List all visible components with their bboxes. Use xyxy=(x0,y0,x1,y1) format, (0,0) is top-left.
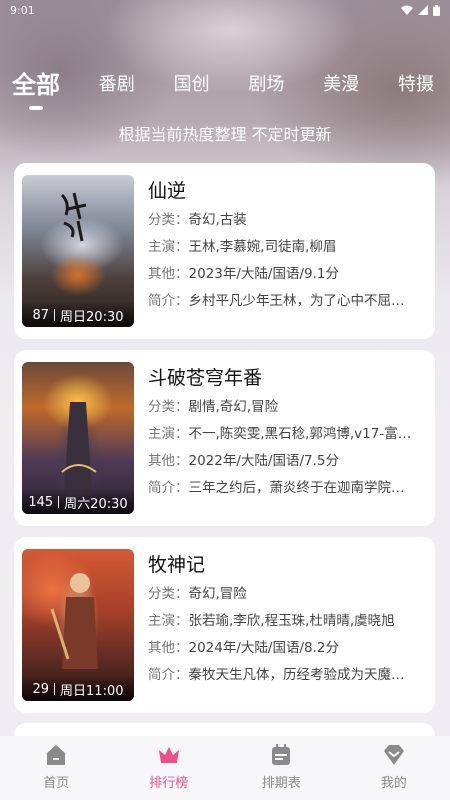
cast-row: 主演：张若瑜,李欣,程玉珠,杜晴晴,虞晓旭 xyxy=(148,609,433,634)
tab-juchang[interactable]: 剧场 xyxy=(248,58,284,96)
nav-schedule[interactable]: 排期表 xyxy=(236,742,326,791)
other-label: 其他： xyxy=(148,266,189,282)
other-row: 其他：2024年/大陆/国语/8.2分 xyxy=(148,636,433,661)
cast-row: 主演：不一,陈奕雯,黑石稔,郭鸿博,v17-富… xyxy=(148,422,433,447)
episode-count: 145 xyxy=(28,494,54,510)
nav-ranking[interactable]: 排行榜 xyxy=(124,742,214,791)
cast-value: 王林,李慕婉,司徒南,柳眉 xyxy=(188,239,337,255)
card-info: 牧神记 分类：奇幻,冒险 主演：张若瑜,李欣,程玉珠,杜晴晴,虞晓旭 其他：20… xyxy=(148,549,433,713)
genre-value: 奇幻,冒险 xyxy=(188,586,247,602)
status-bar: 9:01 xyxy=(0,0,450,20)
intro-value: 秦牧天生凡体，历经考验成为天魔… xyxy=(188,667,405,683)
genre-label: 分类： xyxy=(148,399,189,415)
cast-row: 主演：王林,李慕婉,司徒南,柳眉 xyxy=(148,235,433,260)
tab-label: 国创 xyxy=(173,74,210,95)
tab-label: 美漫 xyxy=(323,74,360,95)
intro-label: 简介： xyxy=(148,293,189,309)
show-title: 仙逆 xyxy=(148,180,187,202)
category-tabs: 全部 番剧 国创 剧场 美漫 特摄 xyxy=(0,58,450,110)
genre-label: 分类： xyxy=(148,212,189,228)
intro-row: 简介：三年之约后，萧炎终于在迦南学院… xyxy=(148,476,433,501)
other-value: 2023年/大陆/国语/9.1分 xyxy=(188,266,339,282)
badge-divider xyxy=(54,309,56,321)
poster-image: 145 周六20:30 xyxy=(22,362,134,514)
bottom-nav: 首页 排行榜 排期表 我的 xyxy=(0,736,450,800)
nav-label: 我的 xyxy=(380,776,407,791)
ranking-card[interactable]: 87 周日20:30 仙逆 分类：奇幻,古装 主演：王林,李慕婉,司徒南,柳眉 … xyxy=(14,163,435,339)
other-label: 其他： xyxy=(148,640,189,656)
other-value: 2024年/大陆/国语/8.2分 xyxy=(188,640,339,656)
status-time: 9:01 xyxy=(10,3,35,17)
genre-value: 奇幻,古装 xyxy=(188,212,247,228)
card-info: 斗破苍穹年番 分类：剧情,奇幻,冒险 主演：不一,陈奕雯,黑石稔,郭鸿博,v17… xyxy=(148,362,433,526)
crown-icon xyxy=(158,747,179,763)
diamond-icon xyxy=(383,745,404,765)
ranking-card[interactable]: 29 周日11:00 牧神记 分类：奇幻,冒险 主演：张若瑜,李欣,程玉珠,杜晴… xyxy=(14,537,435,713)
genre-row: 分类：奇幻,古装 xyxy=(148,208,433,233)
genre-label: 分类： xyxy=(148,586,189,602)
cast-value: 不一,陈奕雯,黑石稔,郭鸿博,v17-富… xyxy=(188,426,412,442)
genre-row: 分类：奇幻,冒险 xyxy=(148,582,433,607)
intro-label: 简介： xyxy=(148,480,189,496)
cast-label: 主演： xyxy=(148,239,189,255)
tab-label: 剧场 xyxy=(248,74,285,95)
cast-value: 张若瑜,李欣,程玉珠,杜晴晴,虞晓旭 xyxy=(188,613,395,629)
intro-value: 三年之约后，萧炎终于在迦南学院… xyxy=(188,480,405,496)
tab-meiman[interactable]: 美漫 xyxy=(323,58,359,96)
genre-row: 分类：剧情,奇幻,冒险 xyxy=(148,395,433,420)
other-label: 其他： xyxy=(148,453,189,469)
signal-icon xyxy=(418,5,428,15)
nav-label: 排行榜 xyxy=(149,776,189,791)
episode-badge: 29 周日11:00 xyxy=(22,675,134,701)
other-row: 其他：2022年/大陆/国语/7.5分 xyxy=(148,449,433,474)
badge-divider xyxy=(54,683,56,695)
tab-fanju[interactable]: 番剧 xyxy=(99,58,135,96)
show-title: 斗破苍穹年番 xyxy=(148,367,263,389)
nav-label: 排期表 xyxy=(261,776,301,791)
air-schedule: 周日11:00 xyxy=(60,683,124,699)
tab-label: 全部 xyxy=(12,71,60,99)
battery-icon xyxy=(433,4,440,16)
episode-badge: 87 周日20:30 xyxy=(22,301,134,327)
intro-row: 简介：秦牧天生凡体，历经考验成为天魔… xyxy=(148,663,433,688)
air-schedule: 周日20:30 xyxy=(60,309,124,325)
episode-count: 87 xyxy=(32,307,50,323)
tab-tese[interactable]: 特摄 xyxy=(398,58,434,96)
nav-label: 首页 xyxy=(43,776,70,791)
air-schedule: 周六20:30 xyxy=(64,496,128,512)
show-title: 牧神记 xyxy=(148,554,206,576)
poster-image: 87 周日20:30 xyxy=(22,175,134,327)
intro-value: 乡村平凡少年王林，为了心中不屈… xyxy=(188,293,405,309)
poster-image: 29 周日11:00 xyxy=(22,549,134,701)
genre-value: 剧情,奇幻,冒险 xyxy=(188,399,279,415)
tab-all[interactable]: 全部 xyxy=(12,58,60,110)
other-value: 2022年/大陆/国语/7.5分 xyxy=(188,453,339,469)
home-icon xyxy=(47,745,66,765)
nav-home[interactable]: 首页 xyxy=(11,742,101,791)
badge-divider xyxy=(58,496,60,508)
episode-badge: 145 周六20:30 xyxy=(22,488,134,514)
other-row: 其他：2023年/大陆/国语/9.1分 xyxy=(148,262,433,287)
calendar-icon xyxy=(272,744,291,765)
card-info: 仙逆 分类：奇幻,古装 主演：王林,李慕婉,司徒南,柳眉 其他：2023年/大陆… xyxy=(148,175,433,339)
ranking-card[interactable]: 145 周六20:30 斗破苍穹年番 分类：剧情,奇幻,冒险 主演：不一,陈奕雯… xyxy=(14,350,435,526)
nav-mine[interactable]: 我的 xyxy=(349,742,439,791)
cast-label: 主演： xyxy=(148,426,189,442)
intro-label: 简介： xyxy=(148,667,189,683)
active-tab-indicator xyxy=(29,106,43,110)
episode-count: 29 xyxy=(32,681,50,697)
ranking-subtitle: 根据当前热度整理 不定时更新 xyxy=(118,125,332,144)
intro-row: 简介：乡村平凡少年王林，为了心中不屈… xyxy=(148,289,433,314)
status-icons xyxy=(401,4,440,16)
wifi-icon xyxy=(401,5,413,15)
tab-label: 特摄 xyxy=(397,74,434,95)
tab-guochuang[interactable]: 国创 xyxy=(174,58,210,96)
cast-label: 主演： xyxy=(148,613,189,629)
tab-label: 番剧 xyxy=(98,74,135,95)
